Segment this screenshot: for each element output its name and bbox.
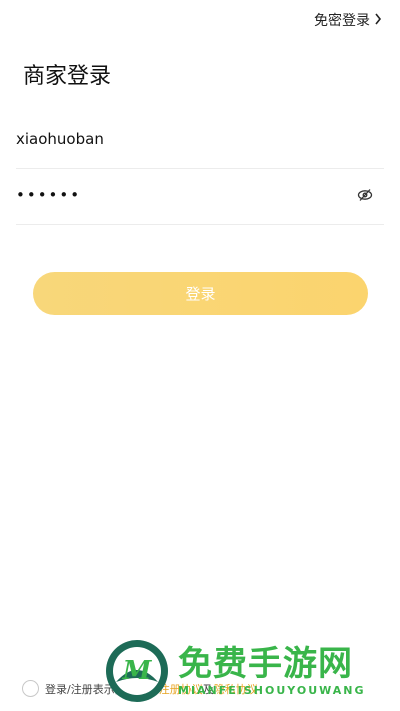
passwordless-login-link[interactable]: 免密登录 <box>314 10 382 30</box>
password-input[interactable] <box>16 180 346 210</box>
privacy-policy-link[interactable]: 隐私协议 <box>214 683 258 696</box>
agreement-row: 登录/注册表示同意用户注册协议及隐私协议 <box>22 680 258 697</box>
eye-off-icon[interactable] <box>356 186 374 204</box>
agreement-checkbox[interactable] <box>22 680 39 697</box>
user-agreement-link[interactable]: 用户注册协议 <box>137 683 203 696</box>
username-field-row <box>16 110 384 169</box>
login-button[interactable]: 登录 <box>33 272 368 315</box>
page-title: 商家登录 <box>23 64 112 89</box>
chevron-right-icon <box>374 13 382 28</box>
agreement-prefix: 登录/注册表 <box>45 682 104 696</box>
passwordless-login-label: 免密登录 <box>314 13 370 29</box>
agreement-middle: 示同意 <box>103 682 137 696</box>
password-field-row <box>16 166 384 225</box>
agreement-joiner: 及 <box>202 682 214 696</box>
username-input[interactable] <box>16 124 346 154</box>
watermark-title: 免费手游网 <box>178 644 353 684</box>
